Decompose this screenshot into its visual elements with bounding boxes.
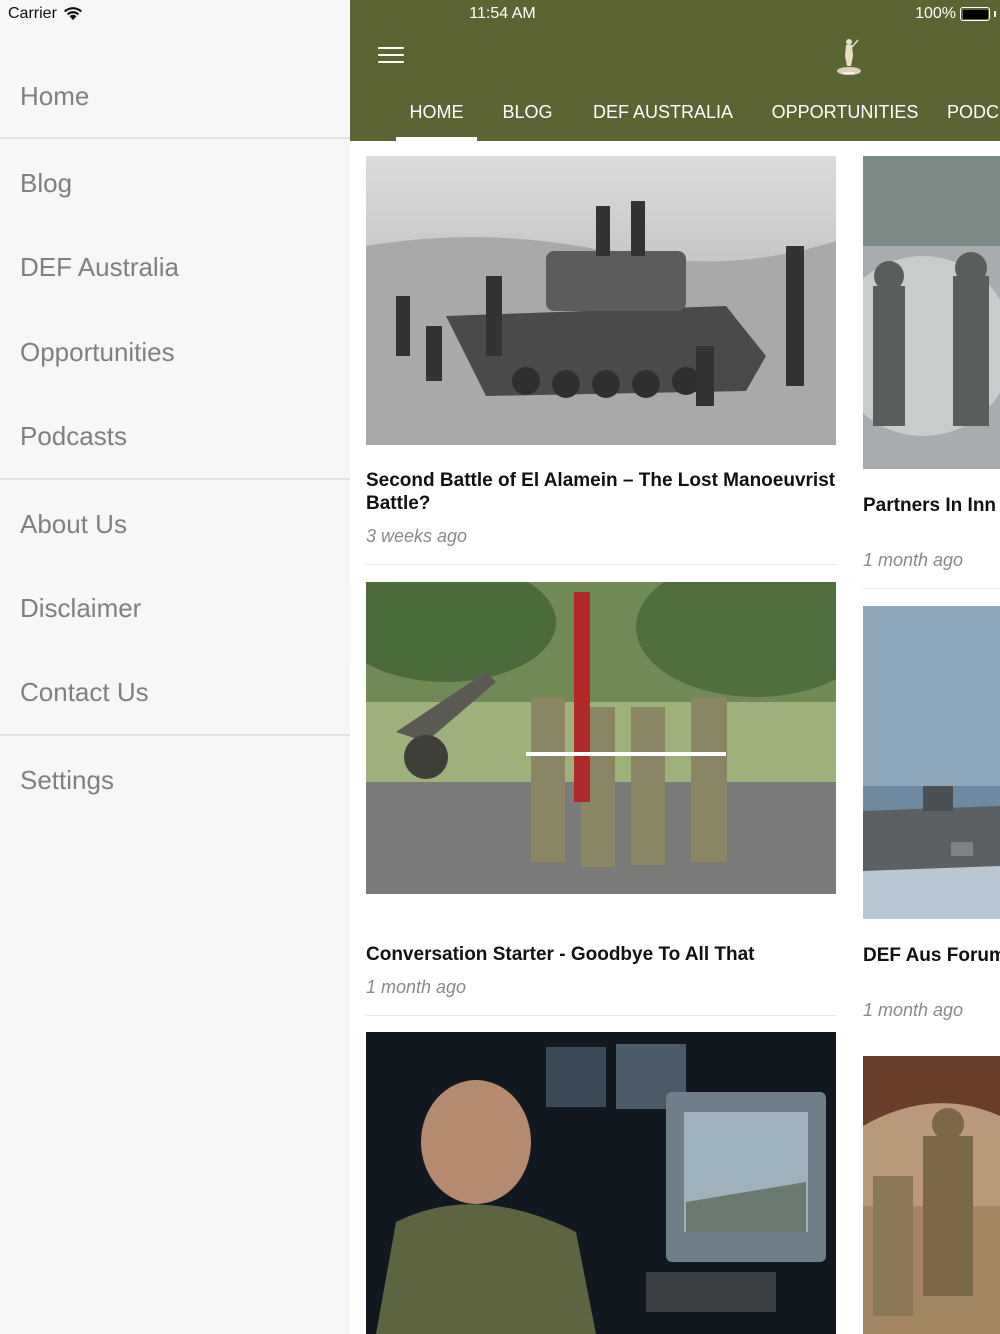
tab-home[interactable]: HOME — [396, 90, 477, 141]
article-card[interactable] — [366, 1032, 836, 1334]
card-divider — [863, 588, 1000, 589]
tab-opportunities[interactable]: OPPORTUNITIES — [762, 90, 928, 141]
drawer-divider — [0, 734, 350, 736]
article-card[interactable]: Conversation Starter - Goodbye To All Th… — [366, 582, 836, 1016]
drawer-divider — [0, 478, 350, 480]
article-image — [863, 1056, 1000, 1334]
drawer-item-label: Contact Us — [20, 677, 149, 707]
drawer-item-label: Settings — [20, 764, 114, 795]
status-bar-right: 100% — [915, 5, 996, 23]
drawer-item-label: Podcasts — [20, 421, 127, 451]
battery-icon — [960, 7, 990, 21]
tab-label: DEF AUSTRALIA — [592, 102, 734, 122]
tab-label: PODC — [947, 102, 1000, 122]
drawer-item-def-australia[interactable]: DEF Australia — [0, 225, 350, 310]
article-title: DEF Aus Forum 18 Sep 1900hrs — [863, 945, 1000, 966]
soldier-logo-icon — [837, 39, 861, 75]
drawer-item-blog[interactable]: Blog — [0, 141, 350, 225]
status-time: 11:54 AM — [469, 5, 536, 22]
drawer-item-label: Blog — [20, 167, 73, 198]
article-card[interactable]: DEF Aus Forum 18 Sep 1900hrs 1 month ago — [863, 606, 1000, 1040]
card-divider — [366, 1015, 836, 1016]
drawer-item-contact-us[interactable]: Contact Us — [0, 651, 350, 734]
article-time: 3 weeks ago — [366, 526, 468, 546]
drawer-item-label: DEF Australia — [20, 252, 179, 282]
tab-label: OPPORTUNITIES — [771, 102, 919, 122]
article-time: 1 month ago — [366, 977, 467, 997]
tab-def-australia[interactable]: DEF AUSTRALIA — [582, 90, 744, 141]
tab-label: HOME — [409, 102, 464, 122]
tab-blog[interactable]: BLOG — [491, 90, 564, 141]
tab-podcasts[interactable]: PODC — [947, 90, 1000, 141]
article-card[interactable]: Partners In Inn The Ditch’ 1 month ago — [863, 156, 1000, 590]
drawer-divider — [0, 137, 350, 139]
drawer-item-disclaimer[interactable]: Disclaimer — [0, 566, 350, 651]
article-time: 1 month ago — [863, 1000, 964, 1020]
article-card[interactable] — [863, 1056, 1000, 1334]
tab-bar: HOME BLOG DEF AUSTRALIA OPPORTUNITIES PO… — [350, 90, 1000, 141]
article-title: Second Battle of El Alamein – The Lost M… — [366, 470, 836, 514]
article-image — [863, 156, 1000, 469]
article-image — [863, 606, 1000, 919]
app-bar: 11:54 AM 100% HOME BLOG DEF AUSTRALIA OP… — [350, 0, 1000, 141]
drawer-item-settings[interactable]: Settings — [0, 738, 350, 822]
drawer-item-home[interactable]: Home — [0, 56, 350, 136]
article-title: Partners In Inn The Ditch’ — [863, 495, 1000, 516]
article-time: 1 month ago — [863, 550, 964, 570]
wifi-icon — [63, 7, 82, 20]
menu-icon[interactable] — [378, 44, 404, 66]
selected-tab-indicator — [396, 137, 477, 141]
article-image — [366, 582, 836, 894]
drawer-item-label: Disclaimer — [20, 593, 142, 623]
drawer-item-about-us[interactable]: About Us — [0, 482, 350, 566]
drawer-item-podcasts[interactable]: Podcasts — [0, 395, 350, 478]
article-image — [366, 156, 836, 445]
article-card[interactable]: Second Battle of El Alamein – The Lost M… — [366, 156, 836, 566]
navigation-drawer: Carrier Home Blog DEF Australia Opportun… — [0, 0, 350, 1334]
drawer-item-label: Home — [20, 80, 90, 111]
article-title: Conversation Starter - Goodbye To All Th… — [366, 944, 755, 965]
drawer-item-opportunities[interactable]: Opportunities — [0, 310, 350, 395]
status-bar-left: Carrier — [8, 4, 83, 24]
battery-percent: 100% — [915, 5, 956, 22]
article-image — [366, 1032, 836, 1334]
tab-label: BLOG — [502, 102, 553, 122]
battery-tip — [994, 11, 996, 17]
drawer-item-label: About Us — [20, 508, 127, 539]
main-content: 11:54 AM 100% HOME BLOG DEF AUSTRALIA OP… — [350, 0, 1000, 1334]
carrier-label: Carrier — [8, 5, 57, 22]
drawer-item-label: Opportunities — [20, 337, 175, 367]
card-divider — [366, 564, 836, 565]
